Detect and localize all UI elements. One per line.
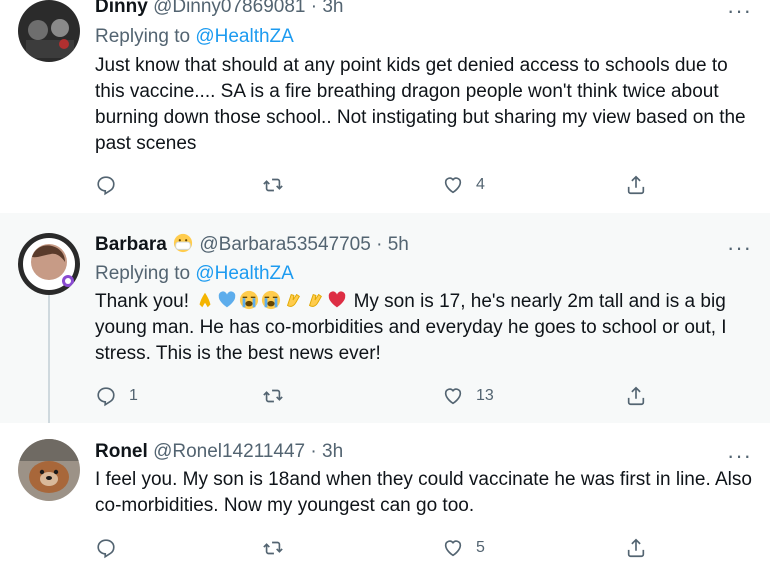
like-button[interactable]: 5	[442, 537, 485, 559]
user-handle[interactable]: @Barbara53547705	[199, 234, 370, 255]
more-options-icon[interactable]: ···	[727, 0, 752, 22]
tweet-actions: 5	[95, 537, 655, 563]
like-count: 4	[476, 176, 485, 193]
tweet-text-start: Thank you!	[95, 291, 189, 312]
user-handle[interactable]: @Ronel14211447	[153, 441, 305, 462]
share-icon	[627, 386, 645, 406]
separator: ·	[376, 234, 383, 255]
thread-line	[48, 293, 50, 423]
share-button[interactable]	[625, 537, 647, 559]
timestamp[interactable]: 3h	[322, 0, 343, 17]
like-button[interactable]: 4	[442, 174, 485, 196]
like-count: 13	[476, 387, 494, 404]
tweet-actions: 4	[95, 174, 655, 200]
display-name[interactable]: Barbara	[95, 234, 167, 255]
tweet-text: Just know that should at any point kids …	[95, 55, 746, 154]
replying-to-link[interactable]: @HealthZA	[195, 263, 294, 284]
reply-button[interactable]	[95, 537, 129, 559]
reply-button[interactable]: 1	[95, 385, 138, 407]
tweet-actions: 1 13	[95, 385, 655, 411]
heart-icon	[444, 388, 462, 405]
heart-icon	[444, 540, 462, 557]
separator: ·	[310, 0, 318, 17]
blue-heart-icon	[218, 291, 236, 308]
user-handle[interactable]: @Dinny07869081	[153, 0, 305, 17]
heart-icon	[444, 177, 462, 194]
reply-icon	[97, 387, 115, 407]
tweet-header: Dinny @Dinny07869081 · 3h	[95, 0, 344, 18]
face-with-medical-mask-icon	[174, 233, 193, 253]
tweet-text: Thank you! My son is 17, he's nearly 2m …	[95, 289, 755, 367]
like-button[interactable]: 13	[442, 385, 494, 407]
retweet-icon	[263, 389, 283, 403]
retweet-button[interactable]	[262, 385, 296, 407]
tweet-ronel[interactable]: Ronel @Ronel14211447 · 3h ··· I feel you…	[0, 423, 770, 573]
tweet-dinny[interactable]: Dinny @Dinny07869081 · 3h ··· Replying t…	[0, 0, 770, 213]
more-options-icon[interactable]: ···	[727, 237, 752, 259]
timestamp[interactable]: 3h	[322, 441, 343, 462]
retweet-icon	[263, 178, 283, 192]
replying-to-label: Replying to	[95, 263, 191, 284]
retweet-button[interactable]	[262, 174, 296, 196]
folded-hands-icon	[199, 292, 211, 308]
share-button[interactable]	[625, 385, 647, 407]
share-icon	[627, 538, 645, 558]
like-count: 5	[476, 539, 485, 556]
tweet-text: I feel you. My son is 18and when they co…	[95, 469, 752, 516]
crying-face-icon	[262, 290, 281, 310]
avatar[interactable]	[18, 233, 80, 295]
crying-face-icon	[240, 290, 259, 310]
reply-icon	[97, 176, 115, 196]
retweet-button[interactable]	[262, 537, 296, 559]
reply-button[interactable]	[95, 174, 129, 196]
reply-count: 1	[129, 387, 138, 404]
more-options-icon[interactable]: ···	[727, 445, 752, 467]
display-name[interactable]: Ronel	[95, 441, 148, 462]
clapping-hands-icon	[287, 293, 301, 307]
display-name[interactable]: Dinny	[95, 0, 148, 17]
avatar[interactable]	[18, 0, 80, 62]
retweet-icon	[263, 541, 283, 555]
replying-to: Replying to @HealthZA	[95, 26, 294, 48]
separator: ·	[310, 441, 317, 462]
reply-icon	[97, 539, 115, 559]
avatar[interactable]	[18, 439, 80, 501]
replying-to-link[interactable]: @HealthZA	[195, 26, 294, 47]
tweet-text-rest: My son is 17, he's nearly 2m tall and is…	[95, 291, 727, 364]
red-heart-icon	[328, 291, 346, 308]
clapping-hands-icon	[309, 293, 323, 307]
share-icon	[627, 175, 645, 195]
tweet-barbara[interactable]: Barbara @Barbara53547705 · 5h ··· Replyi…	[0, 213, 770, 423]
replying-to: Replying to @HealthZA	[95, 263, 294, 285]
timestamp[interactable]: 5h	[388, 234, 409, 255]
replying-to-label: Replying to	[95, 26, 191, 47]
share-button[interactable]	[625, 174, 647, 196]
tweet-header: Barbara @Barbara53547705 · 5h	[95, 233, 409, 256]
tweet-header: Ronel @Ronel14211447 · 3h	[95, 441, 343, 463]
